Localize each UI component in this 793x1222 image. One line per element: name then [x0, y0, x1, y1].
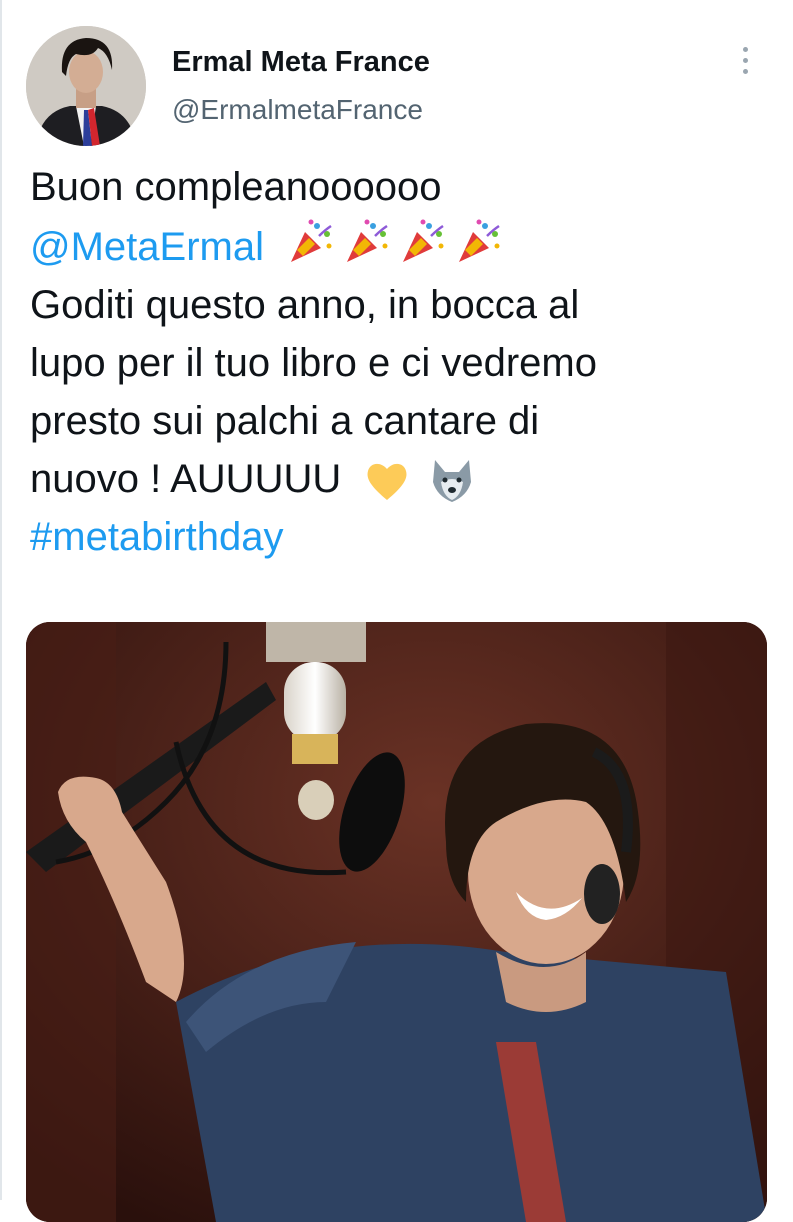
party-popper-icon — [403, 219, 444, 262]
party-popper-emojis — [285, 216, 503, 266]
tweet-line-2: @MetaErmal — [30, 216, 770, 276]
yellow-heart-icon — [367, 464, 407, 501]
tweet-line-1: Buon compleanoooooo — [30, 165, 442, 209]
mention-link[interactable]: @MetaErmal — [30, 225, 264, 269]
author-name[interactable]: Ermal Meta France — [172, 44, 430, 80]
party-popper-icon — [459, 219, 500, 262]
party-popper-icon — [291, 219, 332, 262]
timeline-border — [0, 0, 2, 1200]
tweet-text: Buon compleanoooooo @MetaErmal Goditi qu… — [30, 158, 770, 566]
tweet-photo[interactable] — [26, 622, 767, 1222]
party-popper-icon — [347, 219, 388, 262]
tweet-line-6-text: nuovo ! AUUUUU — [30, 457, 342, 501]
tweet-line-4: lupo per il tuo libro e ci vedremo — [30, 341, 597, 385]
tweet-line-5: presto sui palchi a cantare di — [30, 399, 540, 443]
more-vertical-icon[interactable] — [734, 40, 756, 80]
tweet-line-6: nuovo ! AUUUUU — [30, 450, 770, 508]
author-handle[interactable]: @ErmalmetaFrance — [172, 92, 423, 128]
tweet-line-3: Goditi questo anno, in bocca al — [30, 283, 580, 327]
hashtag-link[interactable]: #metabirthday — [30, 508, 770, 566]
author-avatar[interactable] — [26, 26, 146, 146]
wolf-face-icon — [433, 460, 472, 503]
